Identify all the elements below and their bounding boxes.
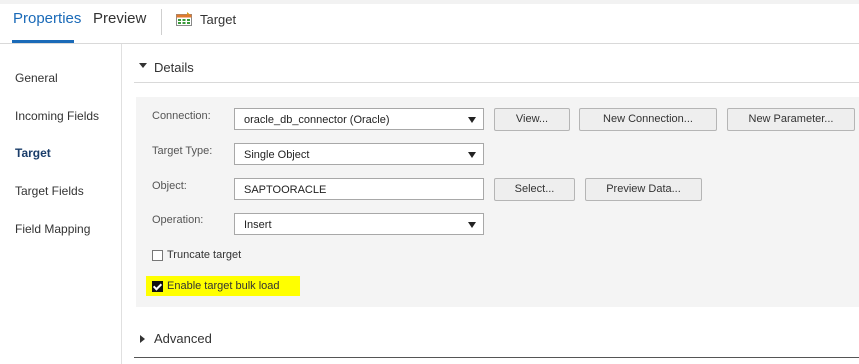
advanced-section-divider: [134, 357, 859, 358]
operation-value: Insert: [244, 219, 272, 231]
details-section-header[interactable]: [134, 52, 859, 83]
dropdown-arrow-icon: [468, 152, 476, 158]
connection-select[interactable]: oracle_db_connector (Oracle): [234, 108, 484, 130]
operation-label: Operation:: [152, 214, 204, 226]
details-section-title[interactable]: Details: [154, 60, 194, 75]
nav-divider: [121, 44, 122, 364]
nav-item-target-fields[interactable]: Target Fields: [15, 184, 84, 198]
advanced-section-title[interactable]: Advanced: [154, 331, 212, 346]
enable-bulk-load-checkbox[interactable]: [152, 281, 163, 292]
connection-value: oracle_db_connector (Oracle): [244, 114, 390, 126]
page-title: Target: [200, 12, 237, 27]
caret-right-icon[interactable]: [140, 335, 145, 343]
new-connection-button[interactable]: New Connection...: [579, 108, 717, 131]
object-field[interactable]: SAPTOORACLE: [234, 178, 484, 200]
top-strip: [0, 0, 859, 4]
connection-label: Connection:: [152, 110, 211, 122]
nav-item-general[interactable]: General: [15, 71, 58, 85]
select-object-button[interactable]: Select...: [494, 178, 575, 201]
properties-nav: [0, 44, 121, 364]
object-label: Object:: [152, 180, 187, 192]
checkmark-icon: [152, 281, 163, 291]
dropdown-arrow-icon: [468, 222, 476, 228]
nav-item-target[interactable]: Target: [15, 146, 51, 160]
dropdown-arrow-icon: [468, 117, 476, 123]
truncate-target-checkbox[interactable]: [152, 250, 163, 261]
target-type-label: Target Type:: [152, 145, 213, 157]
operation-select[interactable]: Insert: [234, 213, 484, 235]
tab-divider: [161, 9, 162, 35]
object-value: SAPTOORACLE: [244, 184, 327, 196]
caret-down-icon[interactable]: [139, 63, 147, 68]
nav-item-field-mapping[interactable]: Field Mapping: [15, 222, 90, 236]
preview-data-button[interactable]: Preview Data...: [585, 178, 702, 201]
active-tab-indicator: [12, 40, 74, 43]
new-parameter-button[interactable]: New Parameter...: [727, 108, 855, 131]
truncate-target-label[interactable]: Truncate target: [167, 249, 241, 261]
target-type-select[interactable]: Single Object: [234, 143, 484, 165]
nav-item-incoming-fields[interactable]: Incoming Fields: [15, 109, 99, 123]
tab-preview[interactable]: Preview: [93, 10, 146, 27]
enable-bulk-load-label[interactable]: Enable target bulk load: [167, 280, 280, 292]
view-connection-button[interactable]: View...: [494, 108, 570, 131]
target-table-icon: [176, 12, 192, 26]
tab-properties[interactable]: Properties: [13, 10, 81, 27]
target-type-value: Single Object: [244, 149, 310, 161]
